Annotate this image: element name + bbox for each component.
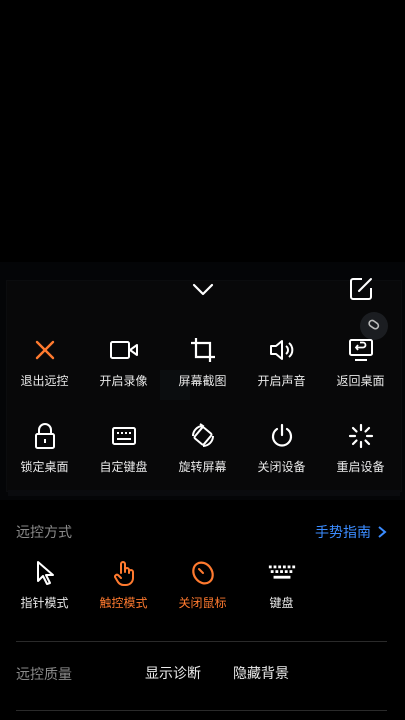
remote-mode-title: 远控方式: [16, 525, 72, 541]
keyboard-mode-button[interactable]: 键盘: [241, 558, 322, 618]
control-label: 返回桌面: [336, 374, 385, 388]
close-icon: [29, 334, 61, 366]
remote-quality-title: 远控质量: [16, 667, 72, 683]
rotate-icon: [187, 420, 219, 452]
power-icon: [266, 420, 298, 452]
restart-device-button[interactable]: 重启设备: [320, 420, 401, 480]
restart-icon: [345, 420, 377, 452]
show-diagnostics-button[interactable]: 显示诊断: [145, 663, 201, 683]
edit-icon: [350, 278, 372, 300]
section-divider: [16, 710, 387, 711]
lock-icon: [29, 420, 61, 452]
control-label: 屏幕截图: [178, 374, 227, 388]
gesture-guide-link[interactable]: 手势指南: [315, 522, 387, 542]
control-label: 开启声音: [257, 374, 306, 388]
lock-desktop-button[interactable]: 锁定桌面: [4, 420, 85, 480]
screenshot-button[interactable]: 屏幕截图: [162, 334, 243, 394]
crop-icon: [187, 334, 219, 366]
control-label: 关闭设备: [257, 460, 306, 474]
chevron-down-icon: [192, 283, 214, 296]
keyboard-icon: [267, 558, 297, 588]
mode-label: 键盘: [269, 596, 294, 610]
mode-label: 关闭鼠标: [178, 596, 227, 610]
speaker-icon: [266, 334, 298, 366]
control-label: 退出远控: [20, 374, 69, 388]
shutdown-device-button[interactable]: 关闭设备: [241, 420, 322, 480]
touch-mode-button[interactable]: 触控模式: [83, 558, 164, 618]
hide-background-button[interactable]: 隐藏背景: [233, 663, 289, 683]
link-icon: [368, 319, 380, 330]
pointer-mode-button[interactable]: 指针模式: [4, 558, 85, 618]
mode-label: 触控模式: [99, 596, 148, 610]
control-row-2: 锁定桌面 自定键盘 旋转屏幕 关闭设备 重启设备: [0, 420, 405, 480]
edit-button[interactable]: [346, 274, 376, 304]
chevron-right-icon: [378, 526, 387, 538]
control-label: 锁定桌面: [20, 460, 69, 474]
exit-remote-button[interactable]: 退出远控: [4, 334, 85, 394]
control-label: 旋转屏幕: [178, 460, 227, 474]
return-desktop-button[interactable]: 返回桌面: [320, 334, 401, 394]
mouse-off-icon: [188, 558, 218, 588]
desktop-return-icon: [345, 334, 377, 366]
control-label: 重启设备: [336, 460, 385, 474]
rotate-screen-button[interactable]: 旋转屏幕: [162, 420, 243, 480]
mouse-off-button[interactable]: 关闭鼠标: [162, 558, 243, 618]
video-icon: [108, 334, 140, 366]
collapse-panel-button[interactable]: [189, 276, 217, 304]
gesture-guide-label: 手势指南: [315, 525, 371, 541]
mode-label: 指针模式: [20, 596, 69, 610]
enable-sound-button[interactable]: 开启声音: [241, 334, 322, 394]
section-divider: [16, 641, 387, 642]
control-row-1: 退出远控 开启录像 屏幕截图 开启声音 返回桌面: [0, 334, 405, 394]
custom-keyboard-button[interactable]: 自定键盘: [83, 420, 164, 480]
remote-mode-options: 指针模式 触控模式 关闭鼠标 键盘: [0, 558, 405, 618]
control-label: 自定键盘: [99, 460, 148, 474]
control-label: 开启录像: [99, 374, 148, 388]
pointer-icon: [30, 558, 60, 588]
start-recording-button[interactable]: 开启录像: [83, 334, 164, 394]
touch-icon: [109, 558, 139, 588]
keyboard-icon: [108, 420, 140, 452]
